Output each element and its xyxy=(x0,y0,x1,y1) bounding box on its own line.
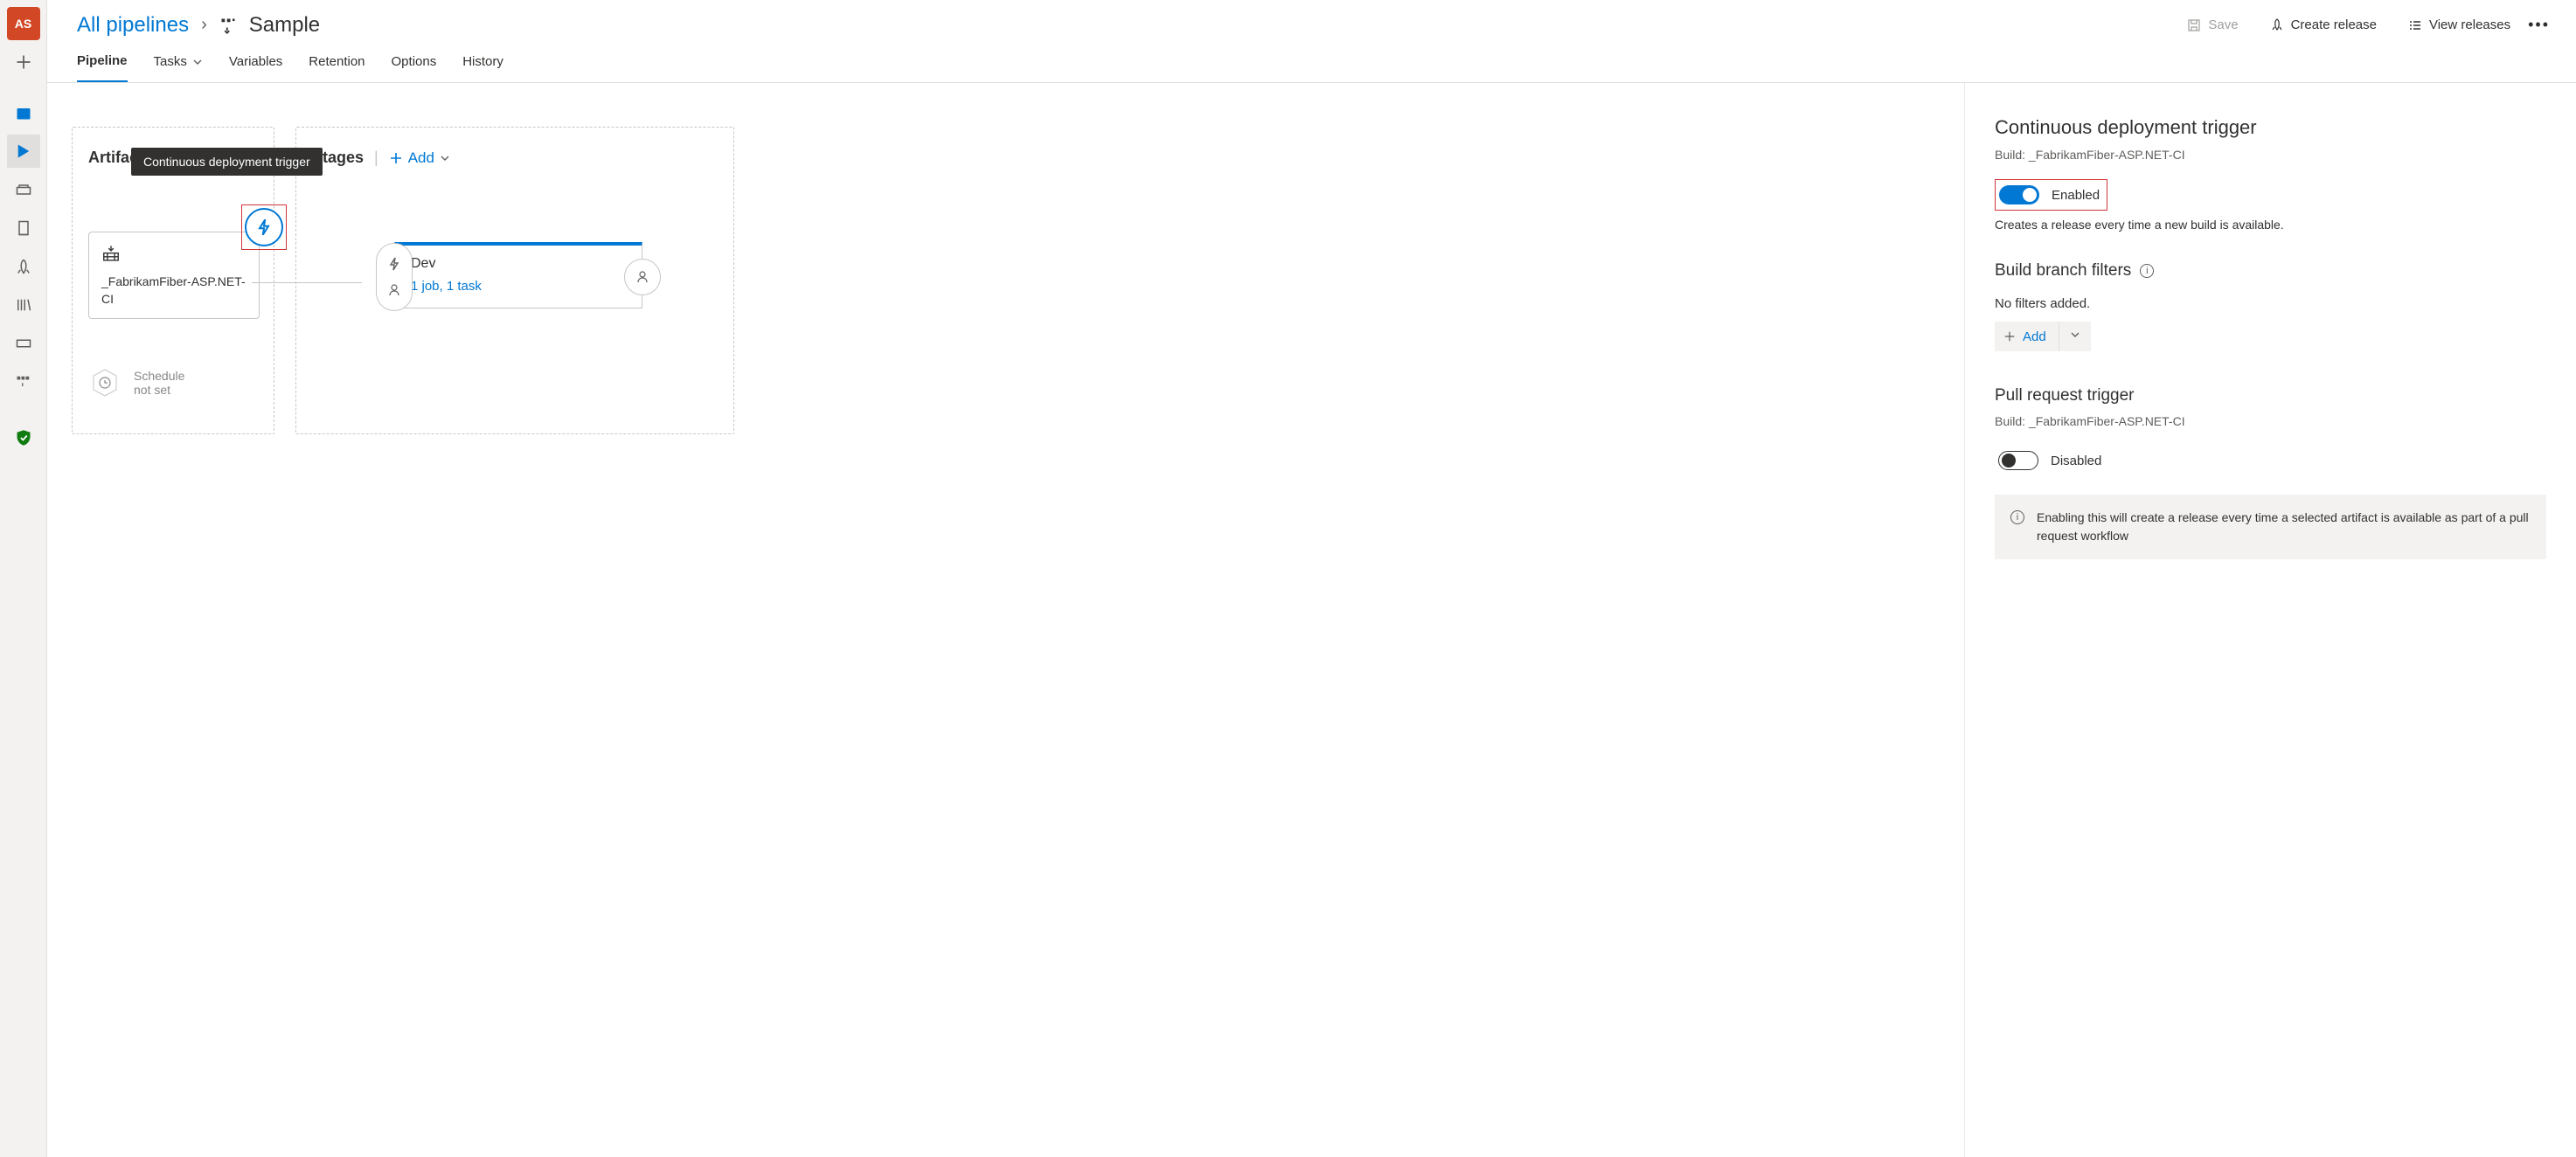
tab-retention[interactable]: Retention xyxy=(309,54,365,81)
schedule-line1: Schedule xyxy=(134,369,184,383)
pr-info-text: Enabling this will create a release ever… xyxy=(2037,509,2531,545)
schedule-status[interactable]: Schedule not set xyxy=(88,366,258,399)
plus-icon xyxy=(2003,330,2016,343)
nav-deployment-groups-icon[interactable] xyxy=(7,365,40,398)
add-filter-button-group: Add xyxy=(1995,322,2091,351)
tab-history[interactable]: History xyxy=(462,54,503,81)
chevron-down-icon xyxy=(440,153,450,163)
pipeline-type-icon xyxy=(219,17,237,34)
nav-task-groups-icon[interactable] xyxy=(7,327,40,360)
info-icon: i xyxy=(2010,510,2024,524)
nav-overview-icon[interactable] xyxy=(7,96,40,129)
nav-rocket-icon[interactable] xyxy=(7,250,40,283)
settings-panel: Continuous deployment trigger Build: _Fa… xyxy=(1964,83,2576,1157)
person-icon xyxy=(635,270,649,284)
lightning-icon xyxy=(255,218,273,236)
save-icon xyxy=(2187,18,2201,32)
tab-tasks[interactable]: Tasks xyxy=(154,54,203,81)
build-source-icon xyxy=(101,245,121,264)
nav-security-icon[interactable] xyxy=(7,421,40,454)
artifact-card[interactable]: _FabrikamFiber-ASP.NET-CI xyxy=(88,232,260,319)
cd-toggle[interactable] xyxy=(1999,185,2039,204)
post-deploy-conditions-button[interactable] xyxy=(624,259,661,295)
tab-pipeline[interactable]: Pipeline xyxy=(77,53,128,82)
stage-name: Dev xyxy=(411,256,626,272)
chevron-down-icon xyxy=(192,57,203,67)
cd-toggle-row: Enabled xyxy=(1995,179,2107,211)
lightning-icon xyxy=(387,257,401,271)
pr-toggle-label: Disabled xyxy=(2051,454,2101,468)
nav-releases-icon[interactable] xyxy=(7,211,40,245)
add-filter-button[interactable]: Add xyxy=(1995,322,2059,351)
info-icon[interactable]: i xyxy=(2140,264,2154,278)
cd-trigger-heading: Continuous deployment trigger xyxy=(1995,116,2546,139)
breadcrumb-separator: › xyxy=(201,15,207,35)
artifact-name: _FabrikamFiber-ASP.NET-CI xyxy=(101,274,246,308)
cd-hint: Creates a release every time a new build… xyxy=(1995,218,2546,232)
new-item-icon[interactable] xyxy=(7,45,40,79)
stage-tasks-link[interactable]: 1 job, 1 task xyxy=(411,279,626,294)
list-icon xyxy=(2408,18,2422,32)
branch-filters-heading: Build branch filters xyxy=(1995,261,2131,281)
no-filters-text: No filters added. xyxy=(1995,296,2546,311)
pr-toggle[interactable] xyxy=(1998,451,2038,470)
cd-toggle-label: Enabled xyxy=(2052,188,2100,203)
page-title: Sample xyxy=(249,13,320,38)
stages-column: Stages | Add xyxy=(295,127,734,434)
save-button: Save xyxy=(2185,12,2239,38)
tab-options[interactable]: Options xyxy=(392,54,437,81)
pr-build-label: Build: _FabrikamFiber-ASP.NET-CI xyxy=(1995,414,2546,428)
left-nav-rail: AS xyxy=(0,0,47,1157)
clock-icon xyxy=(88,366,122,399)
page-header: All pipelines › Sample Save Create relea… xyxy=(47,0,2576,45)
add-stage-button[interactable]: Add xyxy=(389,149,450,167)
nav-pipelines-icon[interactable] xyxy=(7,135,40,168)
pipeline-canvas: Artifacts | Add xyxy=(47,83,1964,1157)
pre-deploy-conditions-button[interactable] xyxy=(376,243,413,311)
tab-bar: Pipeline Tasks Variables Retention Optio… xyxy=(47,45,2576,83)
cd-trigger-tooltip: Continuous deployment trigger xyxy=(131,148,323,176)
schedule-line2: not set xyxy=(134,383,184,397)
nav-library-icon[interactable] xyxy=(7,288,40,322)
pr-info-box: i Enabling this will create a release ev… xyxy=(1995,495,2546,559)
pr-trigger-heading: Pull request trigger xyxy=(1995,386,2134,405)
tab-variables[interactable]: Variables xyxy=(229,54,282,81)
nav-environments-icon[interactable] xyxy=(7,173,40,206)
more-actions-button[interactable]: ••• xyxy=(2524,10,2553,39)
avatar[interactable]: AS xyxy=(7,7,40,40)
view-releases-button[interactable]: View releases xyxy=(2406,12,2512,38)
pr-toggle-row: Disabled xyxy=(1995,446,2108,475)
stage-card[interactable]: Dev 1 job, 1 task xyxy=(394,242,642,308)
create-release-button[interactable]: Create release xyxy=(2268,12,2378,38)
plus-icon xyxy=(389,151,403,165)
add-filter-dropdown[interactable] xyxy=(2059,322,2091,351)
rocket-icon xyxy=(2270,18,2284,32)
connector-line xyxy=(252,282,362,284)
person-icon xyxy=(387,283,401,297)
chevron-down-icon xyxy=(2070,329,2080,340)
breadcrumb-root[interactable]: All pipelines xyxy=(77,13,189,38)
cd-trigger-button[interactable] xyxy=(245,208,283,246)
cd-build-label: Build: _FabrikamFiber-ASP.NET-CI xyxy=(1995,148,2546,162)
